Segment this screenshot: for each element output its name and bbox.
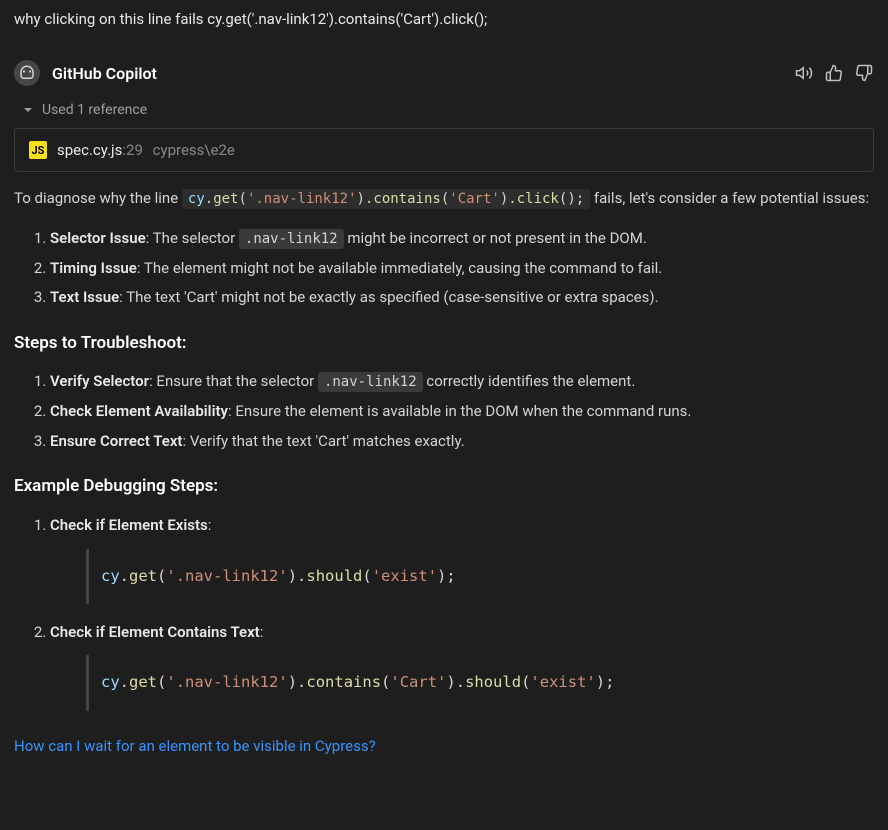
action-icons [794, 63, 874, 83]
reference-line: :29 [122, 141, 143, 159]
thumbs-up-icon[interactable] [824, 63, 844, 83]
debug-item: Check if Element Exists: [50, 513, 874, 539]
intro-paragraph: To diagnose why the line cy.get('.nav-li… [14, 186, 874, 212]
list-item: Check Element Availability: Ensure the e… [50, 399, 874, 425]
references-label: Used 1 reference [42, 102, 147, 118]
reference-path: cypress\e2e [153, 141, 235, 159]
speaker-icon[interactable] [794, 63, 814, 83]
assistant-response: GitHub Copilot [0, 46, 888, 755]
list-item: Selector Issue: The selector .nav-link12… [50, 226, 874, 252]
assistant-header: GitHub Copilot [14, 46, 874, 94]
suggestion-link[interactable]: How can I wait for an element to be visi… [14, 727, 874, 755]
list-item-bold: Text Issue [50, 288, 119, 306]
thumbs-down-icon[interactable] [854, 63, 874, 83]
steps-heading: Steps to Troubleshoot: [14, 329, 874, 358]
reference-filename: spec.cy.js [57, 141, 122, 159]
js-file-icon: JS [29, 141, 47, 159]
inline-code: cy.get('.nav-link12').contains('Cart').c… [182, 189, 590, 209]
list-item: Text Issue: The text 'Cart' might not be… [50, 285, 874, 311]
list-item: Ensure Correct Text: Verify that the tex… [50, 429, 874, 455]
intro-text: To diagnose why the line [14, 189, 182, 207]
list-item-bold: Ensure Correct Text [50, 432, 182, 450]
list-item-bold: Selector Issue [50, 229, 146, 247]
chevron-down-icon [20, 102, 36, 118]
inline-code: .nav-link12 [239, 229, 344, 249]
user-query: why clicking on this line fails cy.get('… [0, 0, 888, 46]
debug-list: Check if Element Exists: cy.get('.nav-lin… [14, 513, 874, 711]
list-item: Timing Issue: The element might not be a… [50, 256, 874, 282]
debug-item-label: Check if Element Contains Text [50, 623, 260, 641]
example-heading: Example Debugging Steps: [14, 472, 874, 501]
response-content: To diagnose why the line cy.get('.nav-li… [14, 186, 874, 711]
inline-code: .nav-link12 [318, 372, 423, 392]
debug-item: Check if Element Contains Text: [50, 620, 874, 646]
debug-item-label: Check if Element Exists [50, 516, 208, 534]
reference-file[interactable]: JS spec.cy.js:29 cypress\e2e [14, 128, 874, 172]
list-item: Verify Selector: Ensure that the selecto… [50, 369, 874, 395]
steps-list: Verify Selector: Ensure that the selecto… [14, 369, 874, 454]
code-block: cy.get('.nav-link12').should('exist'); [86, 549, 874, 604]
assistant-header-left: GitHub Copilot [14, 60, 157, 86]
references-toggle[interactable]: Used 1 reference [14, 94, 874, 128]
list-item-bold: Timing Issue [50, 259, 137, 277]
list-item-bold: Check Element Availability [50, 402, 228, 420]
intro-text-suffix: fails, let's consider a few potential is… [590, 189, 869, 207]
code-block: cy.get('.nav-link12').contains('Cart').s… [86, 655, 874, 710]
list-item-bold: Verify Selector [50, 372, 149, 390]
reference-file-info: spec.cy.js:29 cypress\e2e [57, 141, 235, 159]
issues-list: Selector Issue: The selector .nav-link12… [14, 226, 874, 311]
assistant-name: GitHub Copilot [52, 64, 157, 83]
copilot-avatar-icon [14, 60, 40, 86]
